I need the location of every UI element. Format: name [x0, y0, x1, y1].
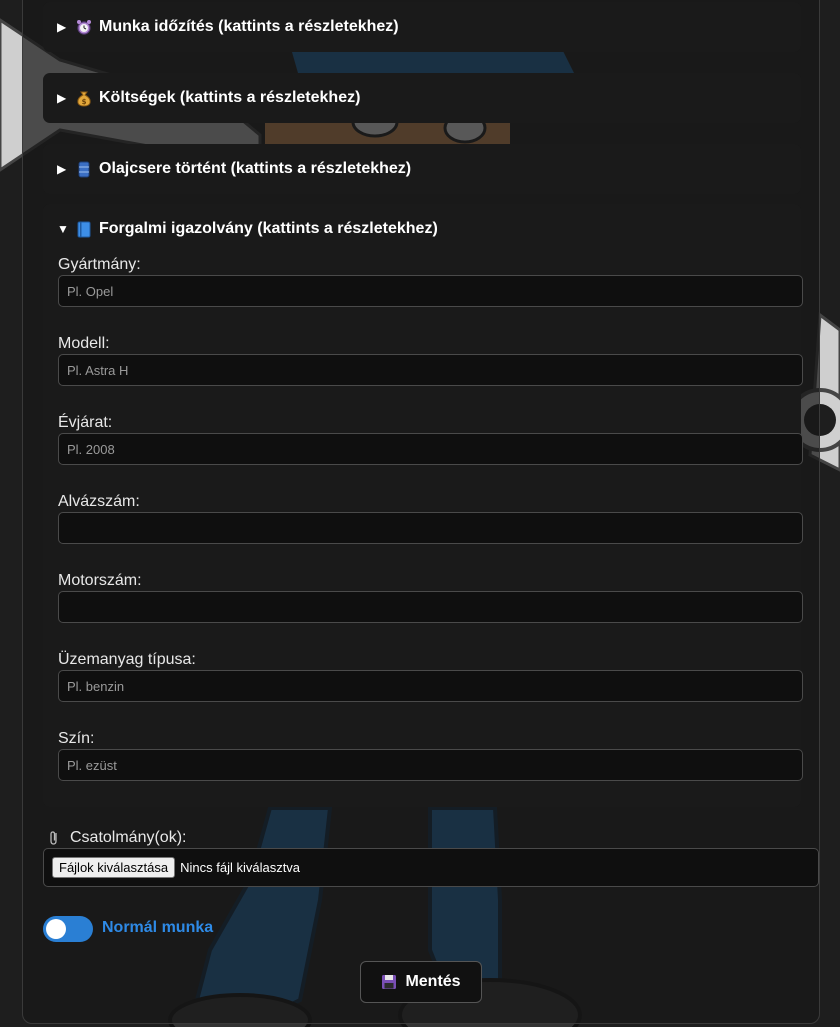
attachments-label-row: Csatolmány(ok):: [46, 829, 186, 847]
modell-label: Modell:: [58, 335, 110, 352]
section-olajcsere[interactable]: ▶ Olajcsere történt (kattints a részlete…: [43, 144, 801, 194]
evjarat-input[interactable]: [58, 433, 803, 465]
svg-text:$: $: [82, 98, 87, 106]
file-status-text: Nincs fájl kiválasztva: [180, 860, 301, 875]
toggle-label: Normál munka: [102, 919, 214, 936]
toggle-knob: [46, 919, 66, 939]
uzemanyag-tipusa-label: Üzemanyag típusa:: [58, 651, 196, 668]
evjarat-label: Évjárat:: [58, 414, 113, 431]
floppy-disk-icon: [382, 975, 397, 989]
save-button-label: Mentés: [405, 973, 461, 990]
motorszam-label: Motorszám:: [58, 572, 142, 589]
section-title: Olajcsere történt (kattints a részletekh…: [99, 160, 412, 177]
collapsed-arrow-icon: ▶: [57, 91, 67, 105]
normal-work-toggle[interactable]: [43, 916, 93, 942]
szin-label: Szín:: [58, 730, 95, 747]
section-header[interactable]: ▼ Forgalmi igazolvány (kattints a részle…: [43, 204, 801, 254]
section-title: Költségek (kattints a részletekhez): [99, 89, 361, 106]
choose-files-button[interactable]: Fájlok kiválasztása: [52, 857, 176, 878]
section-munka-idozites[interactable]: ▶ Munka időzítés (kattints a részletekhe…: [43, 2, 801, 52]
section-title: Munka időzítés (kattints a részletekhez): [99, 18, 399, 35]
attachments-label: Csatolmány(ok):: [70, 829, 187, 846]
save-button[interactable]: Mentés: [360, 961, 482, 1003]
modell-input[interactable]: [58, 354, 803, 386]
szin-input[interactable]: [58, 749, 803, 781]
alvazszam-label: Alvázszám:: [58, 493, 140, 510]
section-header[interactable]: ▶ Olajcsere történt (kattints a részlete…: [43, 144, 801, 194]
section-koltsegek[interactable]: ▶ $ Költségek (kattints a részletekhez): [43, 73, 801, 123]
gyartmany-label: Gyártmány:: [58, 256, 141, 273]
alarm-clock-icon: [77, 20, 91, 35]
collapsed-arrow-icon: ▶: [57, 162, 67, 176]
collapsed-arrow-icon: ▶: [57, 20, 67, 34]
motorszam-input[interactable]: [58, 591, 803, 623]
form-content: ▶ Munka időzítés (kattints a részletekhe…: [0, 0, 840, 1027]
money-bag-icon: $: [77, 91, 91, 107]
gyartmany-input[interactable]: [58, 275, 803, 307]
blue-book-icon: [77, 221, 91, 238]
section-header[interactable]: ▶ $ Költségek (kattints a részletekhez): [43, 73, 801, 123]
section-title: Forgalmi igazolvány (kattints a részlete…: [99, 220, 438, 237]
file-input[interactable]: Fájlok kiválasztása Nincs fájl kiválaszt…: [43, 848, 819, 887]
paperclip-icon: [50, 831, 57, 845]
expanded-arrow-icon: ▼: [57, 222, 69, 236]
alvazszam-input[interactable]: [58, 512, 803, 544]
section-header[interactable]: ▶ Munka időzítés (kattints a részletekhe…: [43, 2, 801, 52]
uzemanyag-tipusa-input[interactable]: [58, 670, 803, 702]
oil-drum-icon: [78, 161, 90, 178]
